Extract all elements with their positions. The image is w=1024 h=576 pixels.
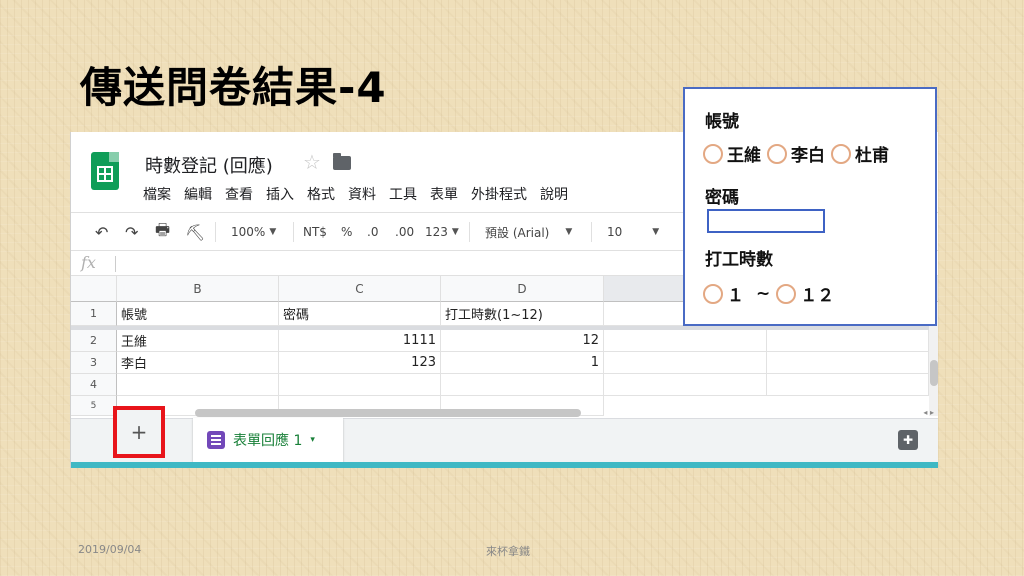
table-cell[interactable]: 帳號	[117, 302, 279, 326]
table-cell[interactable]	[117, 374, 279, 396]
table-cell[interactable]: 123	[279, 352, 441, 374]
menu-item-form[interactable]: 表單	[430, 184, 458, 204]
account-option-libai[interactable]: 李白	[767, 141, 825, 166]
font-select[interactable]: 預設 (Arial) ▼	[485, 213, 572, 251]
radio-icon[interactable]	[703, 143, 723, 164]
font-size-select[interactable]: 10 ▼	[607, 213, 659, 251]
menu-item-file[interactable]: 檔案	[143, 184, 171, 204]
radio-icon[interactable]	[767, 143, 787, 164]
menu-item-format[interactable]: 格式	[307, 184, 335, 204]
row-header[interactable]: 1	[71, 302, 117, 326]
table-cell[interactable]: 王維	[117, 330, 279, 352]
hours-min-option[interactable]: １	[703, 281, 744, 306]
explore-icon[interactable]: ✚	[898, 430, 918, 450]
form-preview-panel: 帳號 王維 李白 杜甫 密碼 打工時數 １ ~ １２	[683, 87, 937, 326]
table-cell[interactable]: 1111	[279, 330, 441, 352]
range-separator: ~	[756, 283, 771, 304]
radio-icon[interactable]	[776, 283, 797, 304]
fx-icon: fx	[81, 253, 96, 272]
percent-button[interactable]: %	[341, 213, 352, 251]
table-cell[interactable]: 密碼	[279, 302, 441, 326]
column-header-d[interactable]: D	[441, 276, 604, 302]
menu-item-data[interactable]: 資料	[348, 184, 376, 204]
corner-cell[interactable]	[71, 276, 117, 302]
column-header-b[interactable]: B	[117, 276, 279, 302]
slide-title: 傳送問卷結果-4	[80, 63, 387, 112]
table-cell[interactable]	[604, 352, 767, 374]
account-option-dufu[interactable]: 杜甫	[831, 141, 889, 166]
font-value: 預設 (Arial)	[485, 225, 550, 240]
table-cell[interactable]	[767, 374, 929, 396]
menu-item-view[interactable]: 查看	[225, 184, 253, 204]
scroll-arrows-icon[interactable]: ◂ ▸	[923, 408, 934, 417]
row-header[interactable]: 2	[71, 330, 117, 352]
more-formats-label: 123	[425, 225, 448, 239]
chevron-down-icon: ▼	[652, 227, 660, 237]
table-cell[interactable]	[767, 330, 929, 352]
password-label: 密碼	[705, 188, 739, 208]
footer-date: 2019/09/04	[78, 543, 142, 556]
chevron-down-icon: ▼	[451, 227, 459, 237]
menu-item-help[interactable]: 說明	[540, 184, 568, 204]
table-cell[interactable]: 12	[441, 330, 604, 352]
chevron-down-icon: ▼	[269, 227, 277, 237]
print-icon[interactable]: 🖶	[155, 213, 170, 251]
menu-item-insert[interactable]: 插入	[266, 184, 294, 204]
option-label: 王維	[727, 146, 761, 166]
decrease-decimal-button[interactable]: .0	[367, 213, 378, 251]
option-label: 杜甫	[855, 146, 889, 166]
zoom-value: 100%	[231, 225, 266, 239]
table-cell[interactable]: 打工時數(1~12)	[441, 302, 604, 326]
option-label: １２	[800, 286, 835, 306]
table-cell[interactable]	[767, 352, 929, 374]
form-icon	[207, 431, 225, 449]
redo-icon[interactable]: ↷	[125, 213, 138, 251]
hours-label: 打工時數	[705, 250, 773, 270]
folder-icon[interactable]	[333, 153, 351, 170]
menu-bar: 檔案 編輯 查看 插入 格式 資料 工具 表單 外掛程式 說明	[143, 184, 568, 204]
sheet-tab-form-responses[interactable]: 表單回應 1 ▾	[193, 418, 343, 462]
table-cell[interactable]	[604, 374, 767, 396]
chevron-down-icon[interactable]: ▾	[310, 435, 315, 445]
menu-item-edit[interactable]: 編輯	[184, 184, 212, 204]
horizontal-scrollbar[interactable]	[191, 409, 931, 417]
menu-item-tools[interactable]: 工具	[389, 184, 417, 204]
option-label: １	[727, 286, 744, 306]
document-title[interactable]: 時數登記 (回應)	[145, 152, 273, 178]
table-cell[interactable]	[441, 374, 604, 396]
row-header[interactable]: 4	[71, 374, 117, 396]
currency-button[interactable]: NT$	[303, 213, 327, 251]
hours-scale: １ ~ １２	[703, 281, 840, 306]
account-options: 王維 李白 杜甫	[703, 141, 895, 166]
column-header-c[interactable]: C	[279, 276, 441, 302]
sheets-logo-icon[interactable]	[91, 152, 119, 190]
account-label: 帳號	[705, 112, 739, 132]
table-cell[interactable]	[279, 374, 441, 396]
hours-max-option[interactable]: １２	[776, 281, 834, 306]
option-label: 李白	[791, 146, 825, 166]
increase-decimal-button[interactable]: .00	[395, 213, 414, 251]
radio-icon[interactable]	[831, 143, 851, 164]
row-header[interactable]: 5	[71, 396, 117, 416]
table-cell[interactable]: 李白	[117, 352, 279, 374]
more-formats-select[interactable]: 123 ▼	[425, 213, 459, 251]
row-header[interactable]: 3	[71, 352, 117, 374]
bottom-strip	[71, 462, 938, 468]
footer-text: 來杯拿鐵	[486, 545, 530, 558]
sheet-tab-label: 表單回應 1	[233, 433, 303, 449]
chevron-down-icon: ▼	[565, 227, 573, 237]
add-sheet-button[interactable]: +	[113, 406, 165, 458]
star-icon[interactable]: ☆	[303, 150, 321, 174]
undo-icon[interactable]: ↶	[95, 213, 108, 251]
table-cell[interactable]	[604, 330, 767, 352]
paint-format-icon[interactable]: ⛏	[185, 213, 205, 251]
radio-icon[interactable]	[703, 283, 723, 304]
account-option-wangwei[interactable]: 王維	[703, 141, 761, 166]
menu-item-addons[interactable]: 外掛程式	[471, 184, 527, 204]
password-input[interactable]	[707, 209, 825, 233]
table-cell[interactable]: 1	[441, 352, 604, 374]
zoom-select[interactable]: 100% ▼	[231, 213, 276, 251]
font-size-value: 10	[607, 225, 623, 239]
